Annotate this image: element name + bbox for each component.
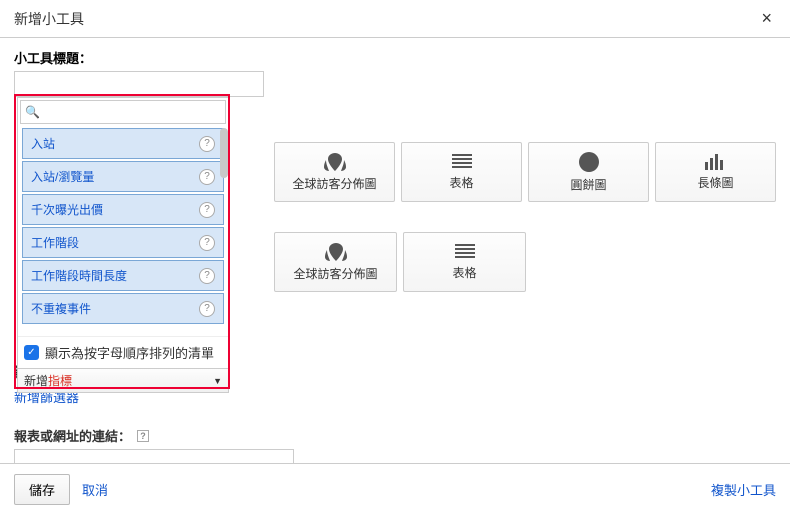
card-label: 長條圖 [697, 174, 733, 191]
report-link-label: 報表或網址的連結： [14, 426, 131, 445]
map-icon [324, 153, 346, 171]
dropdown-item-label: 工作階段 [31, 234, 79, 251]
card-label: 表格 [449, 174, 473, 191]
chart-type-map[interactable]: 全球訪客分佈圖 [274, 142, 395, 202]
bar-icon [705, 154, 727, 170]
help-icon[interactable]: ? [199, 169, 215, 185]
dropdown-item[interactable]: 工作階段? [22, 227, 224, 258]
close-icon[interactable]: × [757, 8, 776, 29]
table-icon [455, 244, 475, 260]
add-metric-hl: 指標 [48, 374, 72, 388]
card-label: 全球訪客分佈圖 [293, 265, 377, 282]
help-icon[interactable]: ? [199, 301, 215, 317]
add-metric-button[interactable]: 新增指標 ▼ [18, 368, 228, 392]
dropdown-item-label: 千次曝光出價 [31, 201, 103, 218]
chart-type-map[interactable]: 全球訪客分佈圖 [274, 232, 397, 292]
help-icon[interactable]: ? [199, 202, 215, 218]
help-icon[interactable]: ? [199, 235, 215, 251]
dropdown-item-label: 入站 [31, 135, 55, 152]
dialog-title: 新增小工具 [14, 9, 84, 29]
dropdown-search[interactable]: 🔍 [20, 100, 226, 124]
add-metric-prefix: 新增 [24, 374, 48, 388]
dropdown-item-label: 入站/瀏覽量 [31, 168, 94, 185]
alphabetical-checkbox[interactable]: ✓ [24, 345, 39, 360]
help-icon[interactable]: ? [199, 136, 215, 152]
card-label: 全球訪客分佈圖 [292, 175, 376, 192]
copy-widget-link[interactable]: 複製小工具 [711, 480, 776, 499]
save-button[interactable]: 儲存 [14, 474, 70, 505]
chart-type-table[interactable]: 表格 [403, 232, 526, 292]
search-icon: 🔍 [25, 105, 40, 119]
dropdown-item[interactable]: 不重複事件? [22, 293, 224, 324]
dropdown-item[interactable]: 入站/瀏覽量? [22, 161, 224, 192]
dropdown-item[interactable]: 工作階段時間長度? [22, 260, 224, 291]
widget-title-input[interactable] [14, 71, 264, 97]
cancel-link[interactable]: 取消 [82, 480, 108, 499]
card-label: 圓餅圖 [570, 176, 606, 193]
chart-type-pie[interactable]: 圓餅圖 [528, 142, 649, 202]
help-icon[interactable]: ? [199, 268, 215, 284]
dropdown-item-label: 工作階段時間長度 [31, 267, 127, 284]
map-icon [325, 243, 347, 261]
metric-dropdown: 🔍 入站? 入站/瀏覽量? 千次曝光出價? 工作階段? 工作階段時間長度? 不重… [17, 97, 229, 393]
pie-icon [579, 152, 599, 172]
dropdown-list[interactable]: 入站? 入站/瀏覽量? 千次曝光出價? 工作階段? 工作階段時間長度? 不重複事… [18, 126, 228, 326]
help-icon[interactable]: ? [137, 430, 149, 442]
dropdown-item[interactable]: 入站? [22, 128, 224, 159]
chart-type-table[interactable]: 表格 [401, 142, 522, 202]
checkbox-label: 顯示為按字母順序排列的清單 [45, 343, 214, 362]
dropdown-item[interactable]: 千次曝光出價? [22, 194, 224, 225]
dropdown-item-label: 不重複事件 [31, 300, 91, 317]
search-input[interactable] [44, 105, 221, 119]
card-label: 表格 [452, 264, 476, 281]
chevron-down-icon: ▼ [213, 376, 222, 386]
table-icon [452, 154, 472, 170]
widget-title-label: 小工具標題： [14, 48, 776, 67]
scrollbar[interactable] [220, 128, 228, 178]
chart-type-bar[interactable]: 長條圖 [655, 142, 776, 202]
